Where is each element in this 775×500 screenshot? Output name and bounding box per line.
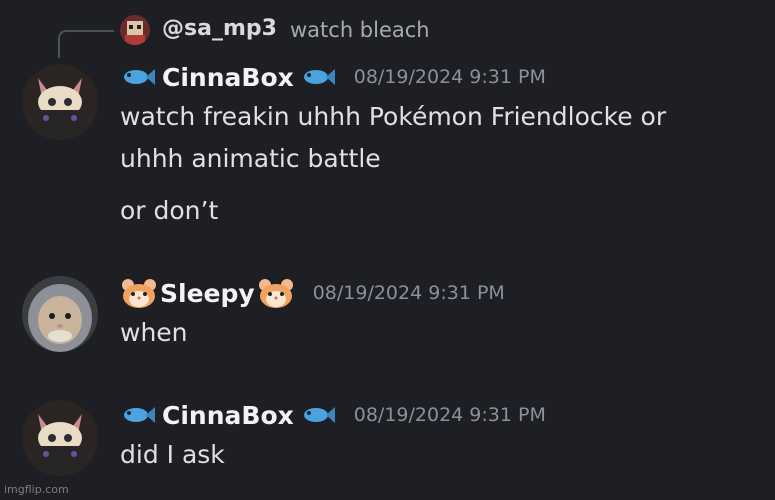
username[interactable]: Sleepy xyxy=(160,279,255,308)
reply-connector xyxy=(58,30,114,58)
hamster-icon xyxy=(258,279,293,308)
message-header: CinnaBox 08/19/2024 9:31 PM xyxy=(120,398,546,432)
message-header: CinnaBox 08/19/2024 9:31 PM xyxy=(120,60,546,94)
message-text: uhhh animatic battle xyxy=(120,144,381,173)
hamster-icon xyxy=(122,279,156,308)
message-text: did I ask xyxy=(120,440,225,469)
fish-icon xyxy=(303,407,335,423)
user-avatar[interactable] xyxy=(22,400,98,476)
username[interactable]: CinnaBox xyxy=(162,401,294,430)
hamster-hoodie-avatar-icon xyxy=(22,276,98,352)
reply-text[interactable]: watch bleach xyxy=(290,18,430,42)
reply-avatar[interactable] xyxy=(120,15,150,45)
watermark: imgflip.com xyxy=(4,483,69,496)
timestamp: 08/19/2024 9:31 PM xyxy=(312,282,505,304)
cat-mask-avatar-icon xyxy=(22,64,98,140)
fish-icon xyxy=(124,407,155,423)
fish-icon xyxy=(124,69,155,85)
fish-icon xyxy=(303,69,335,85)
reply-username[interactable]: @sa_mp3 xyxy=(162,16,277,41)
user-avatar[interactable] xyxy=(22,64,98,140)
message-text: or don’t xyxy=(120,196,219,225)
timestamp: 08/19/2024 9:31 PM xyxy=(353,66,546,88)
username[interactable]: CinnaBox xyxy=(162,63,294,92)
user-avatar[interactable] xyxy=(22,276,98,352)
message-header: Sleepy 08/19/2024 9:31 PM xyxy=(120,276,505,310)
message-text: watch freakin uhhh Pokémon Friendlocke o… xyxy=(120,102,667,131)
message-text: when xyxy=(120,318,188,347)
cat-mask-avatar-icon xyxy=(22,400,98,476)
timestamp: 08/19/2024 9:31 PM xyxy=(353,404,546,426)
reply-preview[interactable]: @sa_mp3 watch bleach xyxy=(58,12,758,58)
